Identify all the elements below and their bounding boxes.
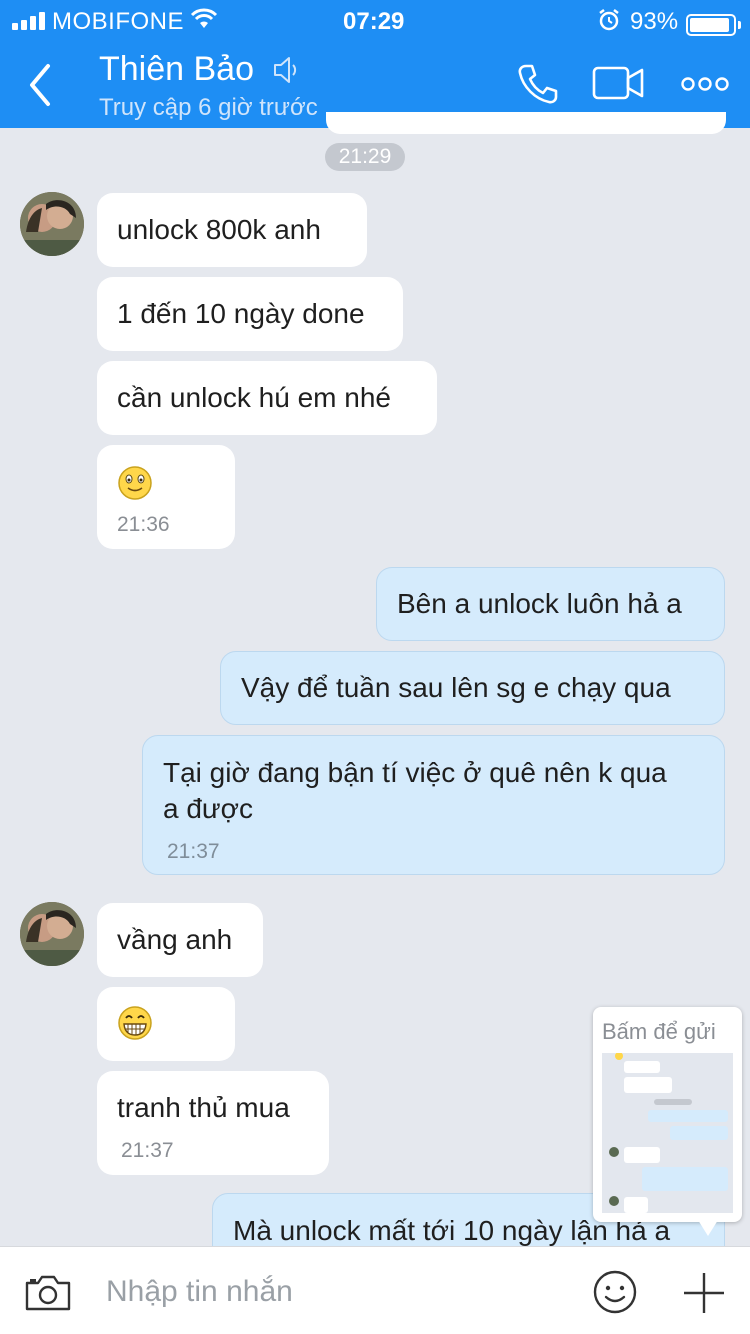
- avatar[interactable]: [20, 902, 84, 966]
- speaker-icon[interactable]: [272, 55, 300, 85]
- phone-icon[interactable]: [516, 62, 560, 106]
- clock: 07:29: [343, 8, 405, 35]
- message-bubble[interactable]: 21:36: [97, 445, 235, 549]
- more-options-icon[interactable]: [680, 76, 730, 92]
- message-bubble[interactable]: Tại giờ đang bận tí việc ở quê nên k qua…: [142, 735, 725, 875]
- contact-name[interactable]: Thiên Bảo: [99, 50, 254, 89]
- camera-icon[interactable]: [24, 1274, 72, 1312]
- message-text: 1 đến 10 ngày done: [117, 298, 365, 329]
- message-bubble[interactable]: Bên a unlock luôn hả a: [376, 567, 725, 641]
- message-bubble[interactable]: Vậy để tuần sau lên sg e chạy qua: [220, 651, 725, 725]
- chat-header: MOBIFONE 07:29 93% Thiên Bảo Truy cập 6 …: [0, 0, 750, 128]
- contact-status: Truy cập 6 giờ trước: [99, 94, 318, 121]
- message-input[interactable]: Nhập tin nhắn: [106, 1275, 293, 1309]
- message-bubble[interactable]: [97, 987, 235, 1061]
- message-bubble[interactable]: unlock 800k anh: [97, 193, 367, 267]
- time-divider: 21:29: [325, 143, 405, 171]
- previous-message-bubble: [326, 112, 726, 134]
- battery-icon: [686, 14, 736, 36]
- message-time: 21:36: [117, 513, 170, 536]
- status-bar: MOBIFONE 07:29 93%: [0, 6, 750, 36]
- plus-icon[interactable]: [682, 1271, 726, 1315]
- battery-percent: 93%: [630, 8, 679, 35]
- message-input-bar: Nhập tin nhắn: [0, 1246, 750, 1334]
- smile-emoji-icon: [118, 466, 152, 500]
- message-bubble[interactable]: 1 đến 10 ngày done: [97, 277, 403, 351]
- message-text: unlock 800k anh: [117, 214, 321, 245]
- message-text: tranh thủ mua: [117, 1092, 290, 1123]
- message-text: Vậy để tuần sau lên sg e chạy qua: [241, 672, 671, 703]
- avatar[interactable]: [20, 192, 84, 256]
- carrier-name: MOBIFONE: [52, 8, 185, 35]
- message-bubble[interactable]: cần unlock hú em nhé: [97, 361, 437, 435]
- message-text: cần unlock hú em nhé: [117, 382, 391, 413]
- wifi-icon: [190, 8, 218, 37]
- message-time: 21:37: [121, 1139, 174, 1162]
- message-bubble[interactable]: tranh thủ mua 21:37: [97, 1071, 329, 1175]
- alarm-icon: [598, 8, 620, 39]
- send-screenshot-preview[interactable]: Bấm để gửi: [593, 1007, 742, 1222]
- message-text: Tại giờ đang bận tí việc ở quê nên k qua: [163, 757, 667, 788]
- screenshot-thumbnail: [602, 1053, 733, 1213]
- message-text: Bên a unlock luôn hả a: [397, 588, 682, 619]
- preview-label: Bấm để gửi: [602, 1019, 716, 1044]
- video-call-icon[interactable]: [592, 64, 644, 102]
- message-text: vầng anh: [117, 924, 233, 955]
- grin-emoji-icon: [118, 1006, 152, 1040]
- sticker-icon[interactable]: [592, 1269, 638, 1315]
- battery-tip: [738, 21, 741, 29]
- message-bubble[interactable]: vầng anh: [97, 903, 263, 977]
- signal-icon: [12, 12, 45, 30]
- back-icon[interactable]: [22, 60, 62, 110]
- message-time: 21:37: [167, 840, 220, 863]
- message-text: a được: [163, 793, 254, 824]
